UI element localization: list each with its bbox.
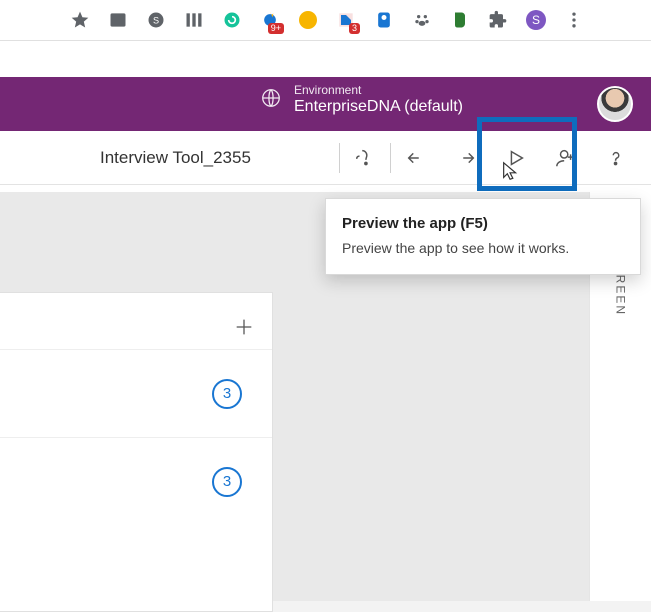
spacer (0, 41, 651, 77)
tooltip-title: Preview the app (F5) (342, 215, 624, 232)
help-button[interactable] (591, 131, 641, 185)
preview-play-button[interactable] (491, 131, 541, 185)
browser-menu-icon[interactable] (564, 10, 584, 30)
app-toolbar: Interview Tool_2355 (0, 131, 651, 185)
ext-icon-paw[interactable] (412, 10, 432, 30)
skype-icon[interactable]: S (146, 10, 166, 30)
environment-label: Environment (294, 84, 463, 98)
tooltip-body: Preview the app to see how it works. (342, 240, 624, 256)
undo-button[interactable] (391, 131, 441, 185)
panel-header: NT (0, 293, 272, 349)
ext-icon-columns[interactable] (184, 10, 204, 30)
profile-avatar-icon[interactable]: S (526, 10, 546, 30)
browser-extension-bar: S S (0, 0, 651, 40)
app-preview-panel[interactable]: NT 3 3 (0, 292, 273, 612)
environment-header: Environment EnterpriseDNA (default) (0, 77, 651, 131)
evernote-icon[interactable] (450, 10, 470, 30)
extensions-puzzle-icon[interactable] (488, 10, 508, 30)
app-name[interactable]: Interview Tool_2355 (100, 148, 251, 168)
count-badge: 3 (212, 379, 242, 409)
user-avatar[interactable] (597, 86, 633, 122)
bookmark-star-icon[interactable] (70, 10, 90, 30)
svg-text:S: S (153, 15, 159, 25)
ext-icon-ads[interactable] (336, 10, 356, 30)
redo-button[interactable] (441, 131, 491, 185)
count-badge: 3 (212, 467, 242, 497)
globe-icon (260, 87, 282, 114)
add-item-button[interactable] (232, 315, 256, 339)
list-item[interactable]: 3 (0, 437, 272, 525)
environment-value: EnterpriseDNA (default) (294, 98, 463, 116)
ext-icon-yellow[interactable] (298, 10, 318, 30)
ext-icon-1b[interactable] (108, 10, 128, 30)
environment-selector[interactable]: Environment EnterpriseDNA (default) (260, 84, 463, 116)
grammarly-icon[interactable] (222, 10, 242, 30)
ext-icon-person[interactable] (374, 10, 394, 30)
list-item[interactable]: 3 (0, 349, 272, 437)
ext-icon-notify[interactable] (260, 10, 280, 30)
preview-tooltip: Preview the app (F5) Preview the app to … (325, 198, 641, 275)
app-checker-button[interactable] (340, 131, 390, 185)
share-add-user-button[interactable] (541, 131, 591, 185)
